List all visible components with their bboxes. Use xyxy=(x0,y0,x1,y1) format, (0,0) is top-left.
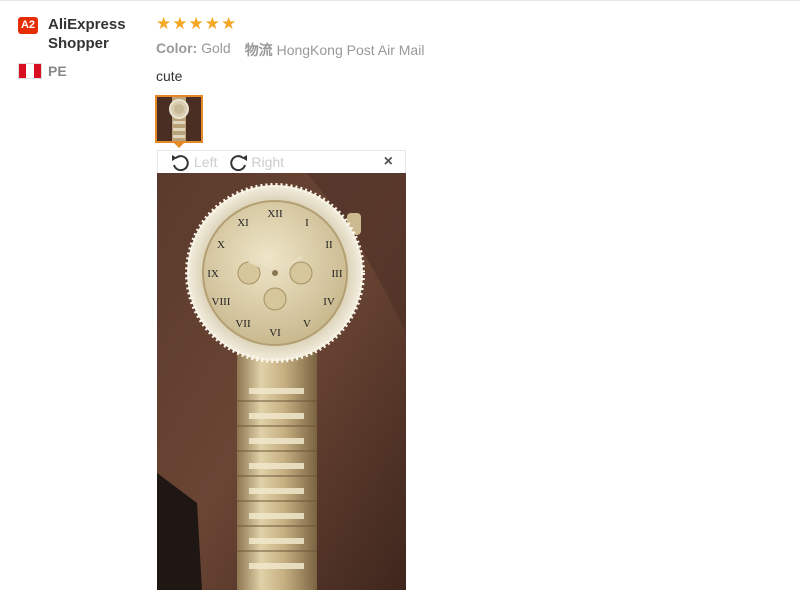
rotate-left-button[interactable]: Left xyxy=(170,152,217,172)
star-icon: ★ xyxy=(204,14,220,33)
star-icon: ★ xyxy=(188,14,204,33)
svg-text:IV: IV xyxy=(323,296,335,308)
svg-text:VII: VII xyxy=(235,318,251,330)
rotate-right-icon xyxy=(230,155,248,172)
star-icon: ★ xyxy=(172,14,188,33)
star-rating: ★ ★ ★ ★ ★ xyxy=(156,14,776,34)
svg-text:IX: IX xyxy=(207,268,219,280)
svg-text:X: X xyxy=(217,239,225,251)
logistics-label: 物流 xyxy=(244,42,273,58)
color-label: Color: xyxy=(156,40,198,56)
logistics-value: HongKong Post Air Mail xyxy=(276,42,425,58)
watch-thumbnail-image xyxy=(157,97,201,141)
review-comment: cute xyxy=(156,68,183,84)
country-code: PE xyxy=(48,63,67,79)
photo-viewer: Left Right × XII I II III IV V VI VII VI… xyxy=(157,150,406,590)
star-icon: ★ xyxy=(156,14,172,33)
review-content: ★ ★ ★ ★ ★ Color: Gold 物流 HongKong Post A… xyxy=(156,14,776,84)
color-value: Gold xyxy=(201,40,231,56)
top-divider xyxy=(0,0,800,1)
svg-text:VIII: VIII xyxy=(212,296,231,308)
svg-text:V: V xyxy=(303,318,311,330)
viewer-toolbar: Left Right × xyxy=(157,150,406,173)
reviewer-country: PE xyxy=(18,63,148,79)
peru-flag-icon xyxy=(18,63,42,79)
review-photo-large: XII I II III IV V VI VII VIII IX X XI xyxy=(157,173,406,590)
rotate-left-icon xyxy=(172,155,189,172)
thumbnail-pointer xyxy=(173,142,185,148)
order-attributes: Color: Gold 物流 HongKong Post Air Mail xyxy=(156,40,776,60)
svg-text:VI: VI xyxy=(269,327,281,339)
svg-text:XI: XI xyxy=(237,217,249,229)
svg-text:II: II xyxy=(325,239,333,251)
svg-text:I: I xyxy=(305,217,309,229)
star-icon: ★ xyxy=(221,14,237,33)
close-viewer-button[interactable]: × xyxy=(384,154,393,170)
reviewer-name: AliExpress Shopper xyxy=(48,16,126,52)
rotate-left-label: Left xyxy=(194,154,218,170)
svg-text:XII: XII xyxy=(267,208,283,220)
rotate-right-button[interactable]: Right xyxy=(227,152,284,172)
reviewer-info: A2 AliExpress Shopper PE xyxy=(18,15,148,79)
svg-text:III: III xyxy=(332,268,343,280)
rotate-right-label: Right xyxy=(251,154,285,170)
review-photo-thumbnail[interactable] xyxy=(155,95,203,143)
level-badge: A2 xyxy=(18,17,38,34)
